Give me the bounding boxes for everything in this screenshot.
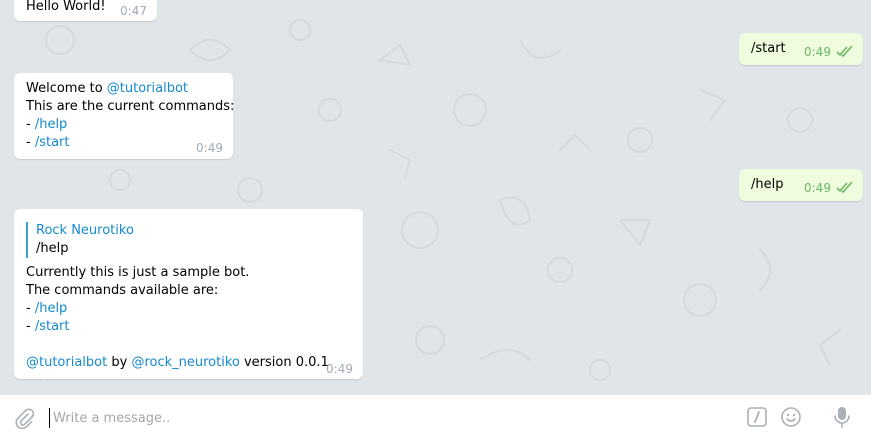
command-link-start[interactable]: /start — [35, 319, 70, 334]
message-bubble-outgoing[interactable]: /help 0:49 — [739, 169, 863, 201]
chat-area[interactable]: Hello World! 0:47 /start 0:49 Welcome to… — [0, 0, 871, 394]
attach-paperclip-icon[interactable] — [13, 407, 35, 429]
message-text: The commands available are: — [26, 283, 219, 298]
message-time: 0:49 — [804, 45, 831, 59]
message-text: version 0.0.1 — [239, 355, 329, 370]
message-bubble-incoming[interactable]: Hello World! 0:47 — [14, 0, 157, 21]
read-double-check-icon — [836, 45, 853, 57]
message-bubble-outgoing[interactable]: /start 0:49 — [739, 33, 863, 65]
message-text: by — [107, 355, 132, 370]
message-text: /help — [751, 177, 784, 192]
bot-commands-icon[interactable] — [746, 406, 768, 428]
message-time: 0:49 — [196, 141, 223, 155]
list-dash: - — [26, 135, 35, 150]
message-composer — [0, 394, 871, 440]
message-bubble-incoming[interactable]: Welcome to @tutorialbot This are the cur… — [14, 73, 235, 159]
message-text: Hello World! — [26, 0, 106, 14]
message-time: 0:49 — [326, 362, 353, 376]
command-link-help[interactable]: /help — [35, 301, 67, 316]
list-dash: - — [26, 117, 35, 132]
list-dash: - — [26, 319, 35, 334]
command-link-start[interactable]: /start — [35, 135, 70, 150]
reply-author: Rock Neurotiko — [36, 223, 134, 238]
message-time: 0:49 — [804, 181, 831, 195]
reply-text: /help — [36, 241, 69, 256]
reply-quote[interactable]: Rock Neurotiko /help — [26, 222, 329, 258]
microphone-icon[interactable] — [832, 405, 852, 429]
message-text: Currently this is just a sample bot. — [26, 265, 250, 280]
message-input[interactable] — [49, 408, 733, 428]
author-mention-link[interactable]: @rock_neurotiko — [131, 355, 239, 370]
message-text: /start — [751, 41, 786, 56]
emoji-smile-icon[interactable] — [780, 406, 802, 428]
bot-mention-link[interactable]: @tutorialbot — [26, 355, 107, 370]
read-double-check-icon — [836, 181, 853, 193]
message-text: This are the current commands: — [26, 99, 235, 114]
command-link-help[interactable]: /help — [35, 117, 67, 132]
message-time: 0:47 — [120, 4, 147, 18]
bot-mention-link[interactable]: @tutorialbot — [107, 81, 188, 96]
message-text: Welcome to — [26, 81, 107, 96]
list-dash: - — [26, 301, 35, 316]
message-bubble-incoming[interactable]: Rock Neurotiko /help Currently this is j… — [14, 209, 363, 379]
